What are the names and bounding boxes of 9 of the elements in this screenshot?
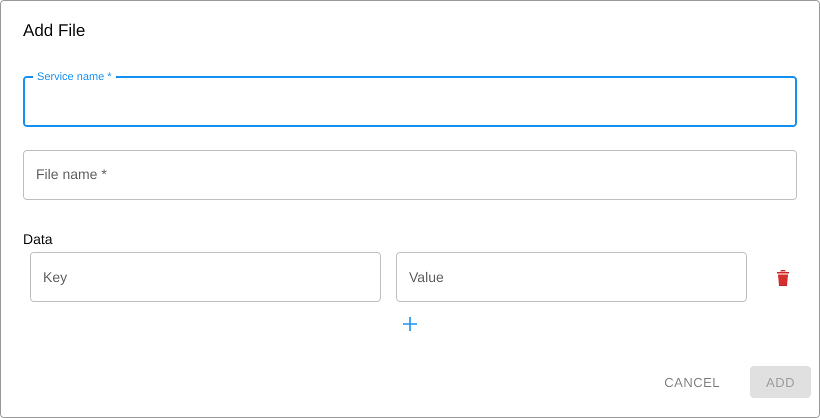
section-label: Data <box>23 231 54 247</box>
value-field[interactable]: Value <box>396 252 747 302</box>
dialog-title: Add File <box>23 21 86 41</box>
delete-icon[interactable] <box>776 268 790 286</box>
text-field[interactable]: Service name * <box>23 71 797 127</box>
cancel-button[interactable]: CANCEL <box>648 366 736 398</box>
text-field[interactable]: File name * <box>23 150 797 200</box>
key-field[interactable]: Key <box>30 252 381 302</box>
add-icon[interactable] <box>403 317 417 331</box>
